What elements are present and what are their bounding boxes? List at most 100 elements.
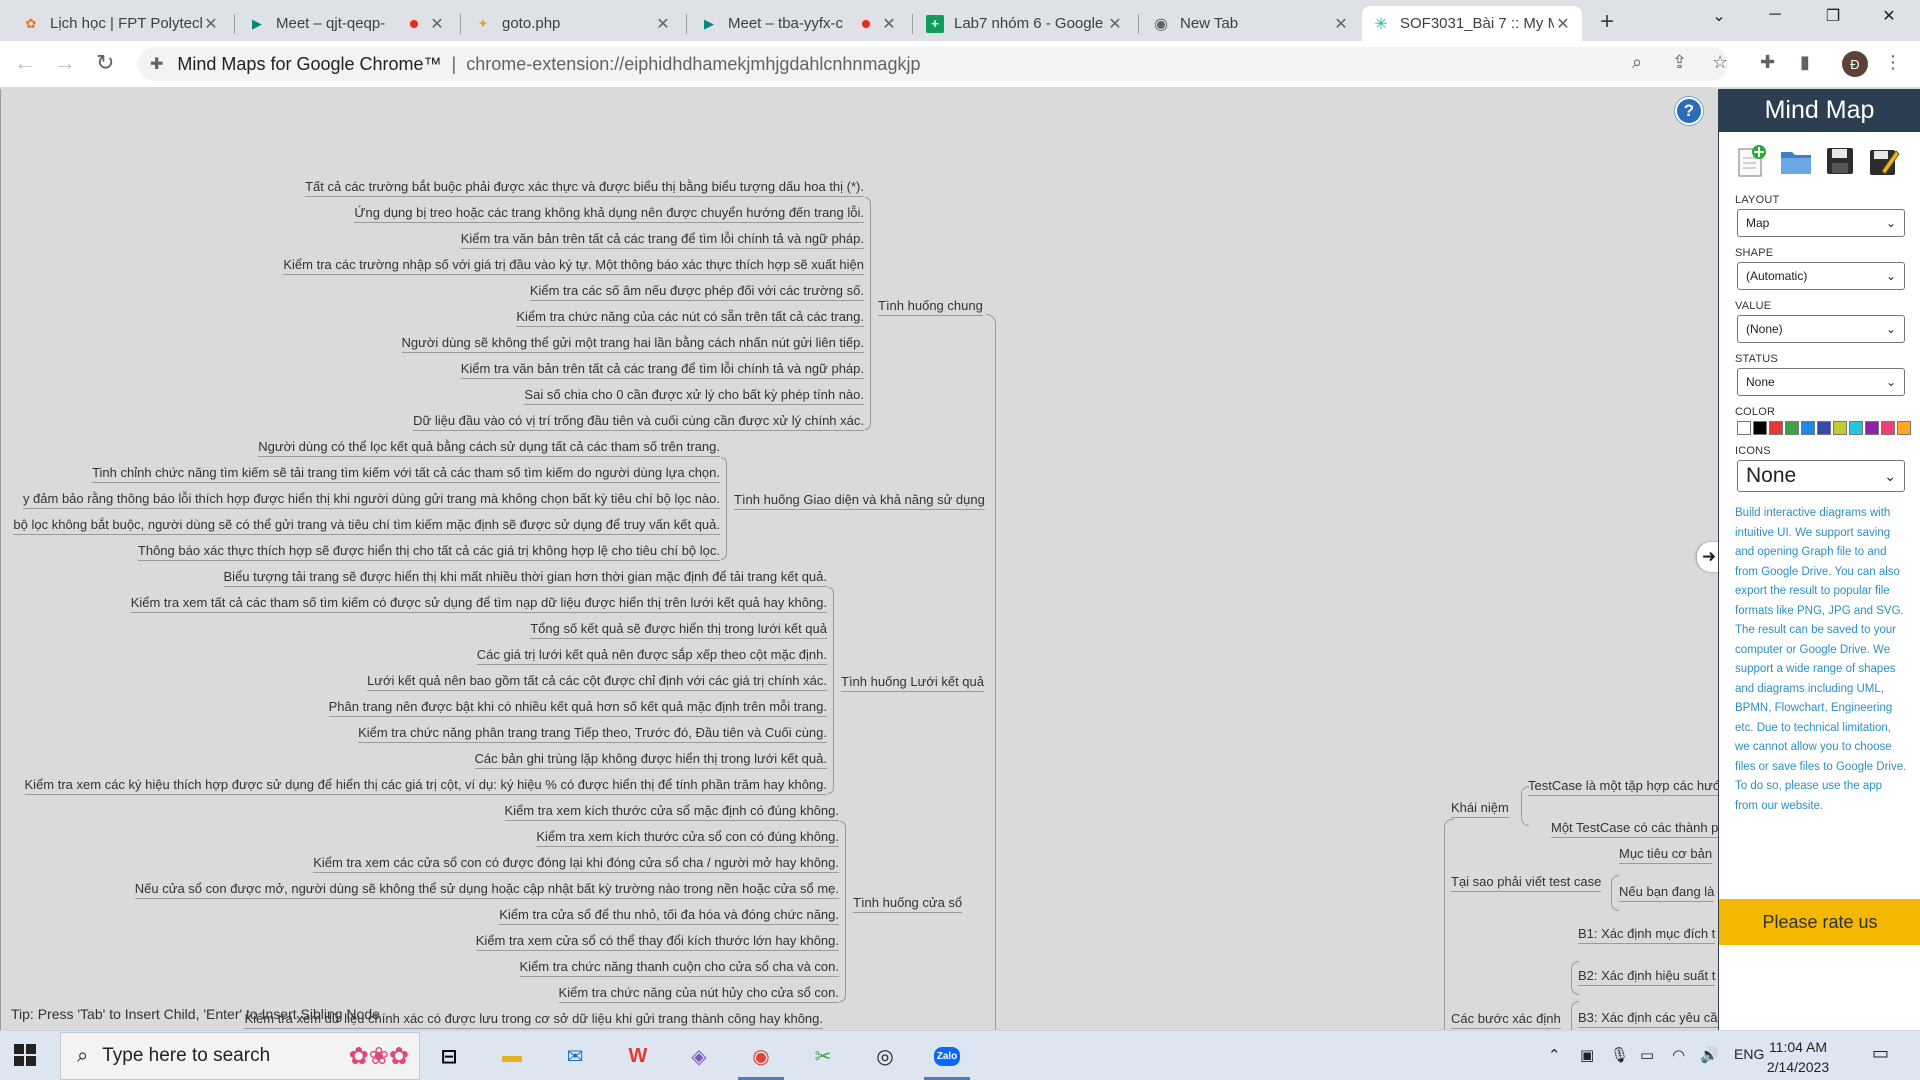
back-button[interactable]: ← (14, 50, 36, 76)
new-document-icon[interactable] (1735, 144, 1769, 178)
close-icon[interactable]: ✕ (1106, 14, 1124, 34)
extensions-icon[interactable]: ✚ (1760, 52, 1775, 73)
save-as-icon[interactable] (1867, 144, 1901, 178)
reload-button[interactable]: ↻ (96, 50, 114, 76)
file-explorer-icon[interactable]: ▬ (493, 1038, 531, 1074)
map-node[interactable]: B2: Xác định hiệu suất t (1578, 968, 1716, 986)
map-node[interactable]: Sai số chia cho 0 cần được xử lý cho bất… (524, 387, 864, 405)
address-bar[interactable]: ✚ Mind Maps for Google Chrome™ | chrome-… (138, 47, 1728, 81)
map-node[interactable]: Kiểm tra xem cửa sổ có thể thay đổi kích… (475, 933, 839, 951)
bookmark-star-icon[interactable]: ☆ (1712, 52, 1728, 73)
map-node[interactable]: Kiểm tra văn bản trên tất cả các trang đ… (460, 231, 864, 249)
close-icon[interactable]: ✕ (1332, 14, 1350, 34)
color-swatch[interactable] (1753, 421, 1767, 435)
status-select[interactable]: None ⌄ (1737, 368, 1905, 396)
color-swatch[interactable] (1833, 421, 1847, 435)
color-swatch[interactable] (1769, 421, 1783, 435)
new-tab-button[interactable]: + (1600, 8, 1614, 36)
close-icon[interactable]: ✕ (428, 14, 446, 34)
map-node[interactable]: Phân trang nên được bật khi có nhiều kết… (328, 699, 827, 717)
close-icon[interactable]: ✕ (1554, 14, 1572, 34)
tab-new-tab[interactable]: ◉ New Tab ✕ (1142, 6, 1360, 41)
map-node[interactable]: Biểu tượng tải trang sẽ được hiển thị kh… (223, 569, 827, 587)
chevron-up-icon[interactable]: ⌃ (1548, 1046, 1561, 1064)
map-node[interactable]: Kiểm tra các trường nhập số với giá trị … (283, 257, 864, 275)
branch-node-cac-buoc[interactable]: Các bước xác định (1451, 1011, 1561, 1029)
visual-studio-icon[interactable]: ◈ (680, 1038, 718, 1074)
map-node[interactable]: Kiểm tra xem kích thước cửa sổ mặc định … (504, 803, 839, 821)
battery-icon[interactable]: ▭ (1640, 1046, 1654, 1064)
profile-avatar[interactable]: Đ (1842, 51, 1868, 77)
mindmap-canvas[interactable]: ? Tất cả các trường bắt buộc phải được x… (0, 89, 1718, 1030)
rate-us-button[interactable]: Please rate us (1719, 899, 1920, 945)
chrome-icon[interactable]: ◉ (742, 1038, 780, 1074)
map-node[interactable]: Kiểm tra chức năng thanh cuộn cho cửa sổ… (519, 959, 839, 977)
map-node[interactable]: Dữ liệu đầu vào có vị trí trống đầu tiên… (413, 413, 864, 431)
map-node[interactable]: Mục tiêu cơ bản (1619, 846, 1713, 864)
microphone-icon[interactable]: 🎙 (1610, 1046, 1629, 1064)
arrow-right-icon[interactable]: ➜ (1697, 542, 1718, 572)
color-swatch[interactable] (1849, 421, 1863, 435)
color-swatch[interactable] (1881, 421, 1895, 435)
branch-node-luoi[interactable]: Tình huống Lưới kết quả (841, 674, 984, 692)
map-node[interactable]: Lưới kết quả nên bao gồm tất cả các cột … (367, 673, 827, 691)
branch-node-khai-niem[interactable]: Khái niệm (1451, 800, 1509, 818)
tab-search-icon[interactable]: ⌄ (1696, 6, 1742, 26)
forward-button[interactable]: → (54, 50, 76, 76)
map-node[interactable]: Kiểm tra các số âm nếu được phép đối với… (529, 283, 864, 301)
notification-icon[interactable]: ▭ (1872, 1043, 1889, 1064)
map-node[interactable]: Kiểm tra chức năng của nút hủy cho cửa s… (558, 985, 839, 1003)
zoom-icon[interactable]: ⌕ (1632, 52, 1642, 73)
shape-select[interactable]: (Automatic) ⌄ (1737, 262, 1905, 290)
map-node[interactable]: Kiểm tra văn bản trên tất cả các trang đ… (460, 361, 864, 379)
map-node[interactable]: Người dùng sẽ không thể gửi một trang ha… (401, 335, 864, 353)
map-node[interactable]: Tổng số kết quả sẽ được hiển thị trong l… (530, 621, 827, 639)
share-icon[interactable]: ⇪ (1672, 52, 1687, 73)
map-node[interactable]: B1: Xác định mục đích t (1578, 926, 1716, 944)
map-node[interactable]: Kiểm tra cửa sổ để thu nhỏ, tối đa hóa v… (499, 907, 839, 925)
branch-node-cuaso[interactable]: Tình huống cửa sổ (853, 895, 963, 913)
taskbar-search[interactable]: ⌕ Type here to search ✿❀✿ (60, 1032, 420, 1080)
branch-node-chung[interactable]: Tình huống chung (878, 298, 983, 316)
color-swatch[interactable] (1865, 421, 1879, 435)
branch-node-giaodien[interactable]: Tình huống Giao diện và khả năng sử dụng (734, 492, 985, 510)
close-icon[interactable]: ✕ (654, 14, 672, 34)
map-node[interactable]: Các bản ghi trùng lặp không được hiển th… (474, 751, 827, 769)
maximize-button[interactable]: ❐ (1810, 6, 1856, 26)
map-node[interactable]: Tinh chỉnh chức năng tìm kiếm sẽ tải tra… (92, 465, 720, 483)
tab-meet-1[interactable]: ▶ Meet – qjt-qeqp- ✕ (238, 6, 456, 41)
tab-mindmap[interactable]: ✳ SOF3031_Bài 7 :: My Mind Map ✕ (1362, 6, 1582, 41)
map-node[interactable]: Tất cả các trường bắt buộc phải được xác… (305, 179, 864, 197)
map-node[interactable]: Kiểm tra xem kích thước cửa sổ con có đú… (536, 829, 839, 847)
system-clock[interactable]: 11:04 AM 2/14/2023 (1760, 1037, 1836, 1077)
branch-node-tai-sao[interactable]: Tại sao phải viết test case (1451, 874, 1602, 892)
color-swatch[interactable] (1897, 421, 1911, 435)
close-icon[interactable]: ✕ (202, 14, 220, 34)
tab-meet-2[interactable]: ▶ Meet – tba-yyfx-c ✕ (690, 6, 908, 41)
map-node[interactable]: B3: Xác định các yêu cầu (1578, 1010, 1718, 1028)
map-node[interactable]: y đảm bảo rằng thông báo lỗi thích hợp đ… (22, 491, 720, 509)
layout-select[interactable]: Map ⌄ (1737, 209, 1905, 237)
value-select[interactable]: (None) ⌄ (1737, 315, 1905, 343)
map-node[interactable]: Kiểm tra xem các ký hiệu thích hợp được … (24, 777, 827, 795)
map-node[interactable]: Các giá trị lưới kết quả nên được sắp xế… (476, 647, 827, 665)
tab-fpt[interactable]: ✿ Lịch học | FPT Polytechnic ✕ (12, 6, 230, 41)
color-swatch[interactable] (1817, 421, 1831, 435)
task-view-icon[interactable]: ⊟ (430, 1038, 468, 1074)
help-icon[interactable]: ? (1675, 97, 1703, 125)
map-node[interactable]: Một TestCase có các thành p (1551, 820, 1718, 838)
open-folder-icon[interactable] (1779, 144, 1813, 178)
map-node[interactable]: Ứng dụng bị treo hoặc các trang không kh… (354, 205, 864, 223)
wifi-icon[interactable]: ◠ (1672, 1046, 1685, 1064)
volume-icon[interactable]: 🔊 (1700, 1046, 1719, 1064)
map-node[interactable]: Thông báo xác thực thích hợp sẽ được hiể… (137, 543, 720, 561)
close-icon[interactable]: ✕ (880, 14, 898, 34)
wps-office-icon[interactable]: W (619, 1038, 657, 1074)
snipping-tool-icon[interactable]: ✂ (804, 1038, 842, 1074)
minimize-button[interactable]: ─ (1752, 6, 1798, 24)
map-node[interactable]: Kiểm tra chức năng của các nút có sẵn tr… (516, 309, 864, 327)
menu-kebab-icon[interactable]: ⋮ (1884, 52, 1902, 73)
windows-start-icon[interactable] (14, 1044, 36, 1071)
map-node[interactable]: TestCase là một tập hợp các hướ (1528, 778, 1718, 796)
color-swatch[interactable] (1801, 421, 1815, 435)
